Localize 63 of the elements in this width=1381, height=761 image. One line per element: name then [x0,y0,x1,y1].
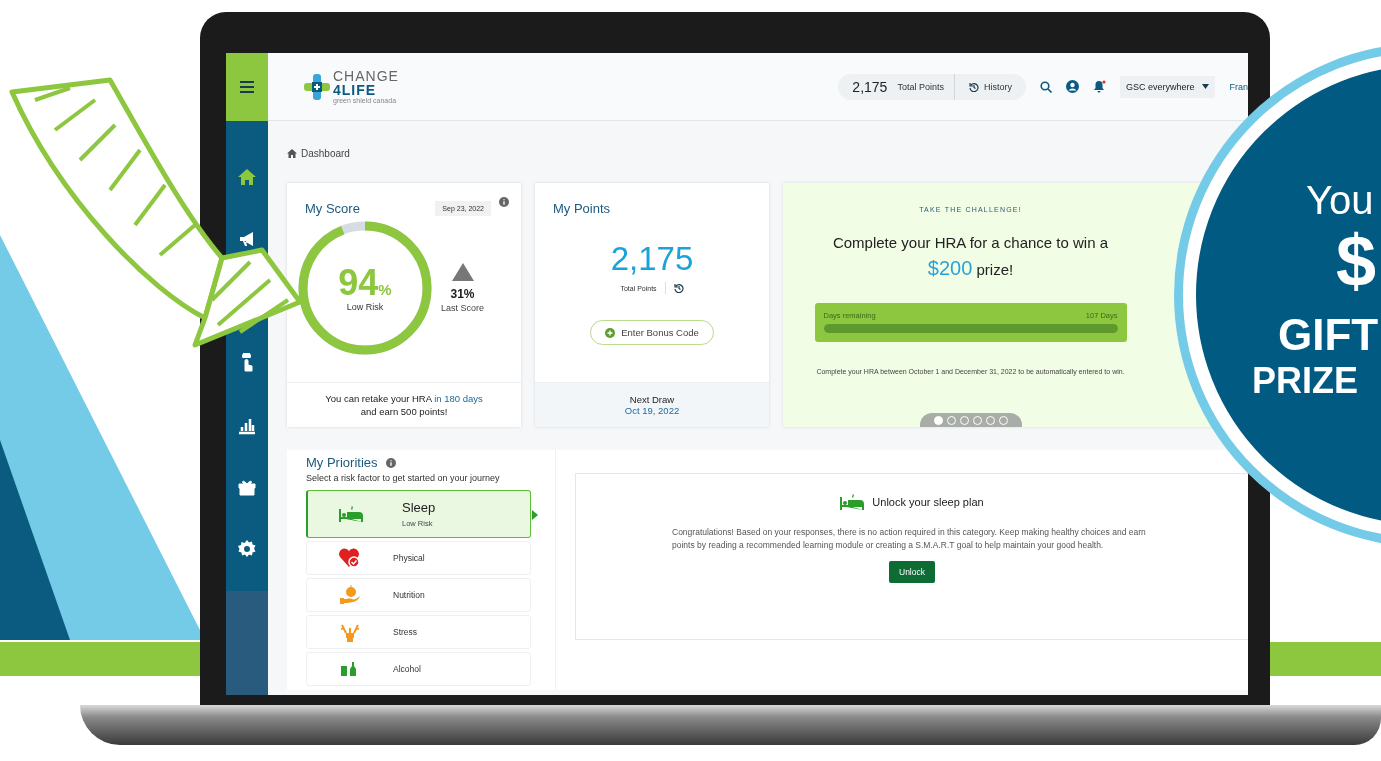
plan-description: Congratulations! Based on your responses, there is no action required in this category. Keep making healthy choices and earn points by reading a recommended learning module or creating a S.M.A.R.T goal to help maintain your good health. [672,526,1147,553]
breadcrumb-text: Dashboard [301,148,350,159]
risk-factor-item[interactable]: Physical [306,541,531,575]
bed-icon [339,506,363,522]
caret-icon [1202,84,1210,89]
plan-title: Unlock your sleep plan [872,496,984,508]
points-total: 2,175 [609,240,695,278]
card-title: My Points [553,201,612,216]
last-score-label: Last Score [441,303,485,313]
risk-factor-item[interactable]: Nutrition [306,578,531,612]
risk-factor-name: Stress [393,627,418,637]
retake-message: You can retake your HRA in 180 days and earn 500 points! [325,391,483,419]
retake-link[interactable]: in 180 days [434,392,483,404]
badge-text: You [1306,180,1374,220]
risk-factor-name: Nutrition [393,590,425,600]
home-icon [287,149,297,158]
history-button[interactable]: History [953,73,1026,100]
risk-factor-name: Alcohol [393,664,421,674]
history-icon [968,81,979,92]
stress-icon [340,622,360,642]
history-icon[interactable] [673,283,684,293]
risk-factor-name: Physical [393,553,425,563]
menu-button[interactable] [226,53,268,121]
hand-apple-icon [339,585,361,605]
home-icon [237,167,257,187]
badge-text: GIFT [1278,313,1379,357]
notification-bell-icon[interactable] [1092,80,1106,93]
info-icon[interactable] [385,457,396,468]
enter-bonus-code-button[interactable]: Enter Bonus Code [590,320,714,345]
plus-icon [605,327,616,338]
challenge-headline: Complete your HRA for a chance to win a $200 prize! [832,233,1109,281]
next-draw-date: Oct 19, 2022 [624,405,680,416]
risk-factor-item[interactable]: Alcohol [306,652,531,686]
points-label: Total Points [897,81,944,92]
badge-text: PRIZE [1252,363,1358,399]
carousel-dot[interactable] [933,416,943,425]
next-draw-label: Next Draw [629,394,675,405]
search-icon[interactable] [1039,80,1052,93]
pointer-triangle-icon [532,510,538,520]
risk-factor-item[interactable]: Stress [306,615,531,649]
panel-title: My Priorities [306,455,378,470]
settings-icon [237,539,257,559]
heart-check-icon [339,548,361,568]
points-value: 2,175 [852,78,888,95]
risk-label: Low Risk [346,301,384,312]
card-title: My Score [305,201,360,216]
bed-icon [840,494,865,510]
logo-text: 4LIFE [333,83,378,97]
up-triangle-icon [451,263,474,281]
menu-icon [240,81,254,93]
user-icon[interactable] [1065,80,1079,93]
last-score-value: 31% [450,287,475,301]
unlock-button[interactable]: Unlock [889,561,935,584]
language-link[interactable]: Fran [1229,81,1248,92]
info-icon[interactable] [499,197,509,207]
badge-text: $ [1336,225,1377,297]
program-dropdown[interactable]: GSC everywhere [1119,75,1216,98]
score-value: 94 [338,261,379,303]
priorities-subtitle: Select a risk factor to get started on your journey [306,473,501,483]
score-unit: % [378,280,392,298]
risk-factor-name: Sleep [402,500,436,515]
cross-logo-icon [304,73,330,100]
logo-text: CHANGE [333,69,399,83]
